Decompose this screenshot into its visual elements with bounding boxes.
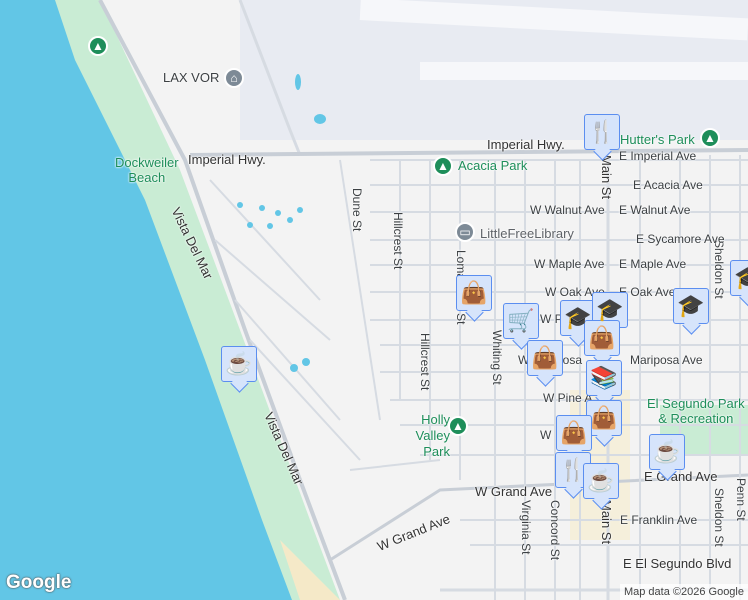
holly-valley-park-label[interactable]: Holly Valley Park [410, 412, 450, 460]
e-imperial-ave-label: E Imperial Ave [619, 149, 697, 163]
school-marker[interactable]: 🎓 [592, 292, 628, 328]
shopping-marker[interactable]: 👜 [456, 275, 492, 311]
shopping-bag-icon: 👜 [460, 280, 488, 305]
e-el-segundo-blvd-label: E El Segundo Blvd [623, 556, 732, 571]
shopping-marker[interactable]: 👜 [527, 340, 563, 376]
main-st-label-1: Main St [599, 155, 614, 200]
graduation-cap-icon: 🎓 [596, 297, 624, 322]
w-walnut-ave-label: W Walnut Ave [530, 203, 605, 217]
w-holly-ave-label: W [540, 428, 552, 442]
restaurant-icon: 🍴 [559, 457, 587, 482]
concord-st-label: Concord St [548, 500, 562, 561]
library-books-icon: 📚 [590, 365, 618, 390]
hutters-park-icon[interactable]: ▲ [700, 128, 720, 148]
park-tree-icon[interactable]: ▲ [88, 36, 108, 56]
imperial-hwy-east-label: Imperial Hwy. [487, 137, 565, 152]
e-acacia-ave-label: E Acacia Ave [633, 178, 703, 192]
coffee-cup-icon: ☕ [587, 468, 615, 493]
library-marker[interactable]: 📚 [586, 360, 622, 396]
shopping-marker[interactable]: 👜 [586, 400, 622, 436]
shopping-bag-icon: 👜 [590, 405, 618, 430]
w-grand-ave-label-1: W Grand Ave [475, 484, 553, 499]
lax-vor-icon[interactable]: ⌂ [224, 68, 244, 88]
e-grand-ave-label: E Grand Ave [644, 469, 718, 484]
e-franklin-ave-label: E Franklin Ave [620, 513, 698, 527]
little-free-library-label[interactable]: LittleFreeLibrary [480, 226, 574, 241]
w-pine-ave-label: W Pine A [543, 391, 593, 405]
e-sycamore-ave-label: E Sycamore Ave [636, 232, 725, 246]
restaurant-marker[interactable]: 🍴 [584, 114, 620, 150]
graduation-cap-icon: 🎓 [677, 293, 705, 318]
virginia-st-label: Virginia St [519, 500, 533, 555]
hillcrest-st-label-1: Hillcrest St [391, 212, 405, 270]
coffee-cup-icon: ☕ [653, 439, 681, 464]
library-icon[interactable]: ▭ [455, 222, 475, 242]
imperial-hwy-west-label: Imperial Hwy. [188, 152, 266, 167]
sheldon-st-label-2: Sheldon St [712, 488, 726, 547]
restaurant-marker[interactable]: 🍴 [555, 452, 591, 488]
grocery-marker[interactable]: 🛒 [503, 303, 539, 339]
e-maple-ave-label: E Maple Ave [619, 257, 687, 271]
cafe-marker[interactable]: ☕ [221, 346, 257, 382]
map-attribution[interactable]: Map data ©2026 Google [619, 584, 748, 600]
e-walnut-ave-label: E Walnut Ave [619, 203, 691, 217]
lax-vor-label: LAX VOR [163, 70, 220, 85]
el-segundo-park-label[interactable]: El Segundo Park & Recreation [647, 396, 745, 426]
shopping-bag-icon: 👜 [531, 345, 559, 370]
hillcrest-st-label-2: Hillcrest St [418, 333, 432, 391]
google-logo[interactable]: Google [6, 572, 71, 594]
w-maple-ave-label: W Maple Ave [534, 257, 605, 271]
hutters-park-label[interactable]: Hutter's Park [620, 132, 695, 147]
whiting-st-label: Whiting St [490, 330, 504, 385]
acacia-park-icon[interactable]: ▲ [433, 156, 453, 176]
shopping-bag-icon: 👜 [588, 325, 616, 350]
penn-st-label: Penn St [734, 478, 748, 521]
graduation-cap-icon: 🎓 [734, 265, 748, 291]
dockweiler-beach-label: Dockweiler Beach [115, 155, 179, 185]
coffee-cup-icon: ☕ [225, 351, 253, 376]
shopping-marker[interactable]: 👜 [556, 415, 592, 451]
shopping-bag-icon: 👜 [560, 420, 588, 445]
school-marker[interactable]: 🎓 [673, 288, 709, 324]
school-marker[interactable]: 🎓 [730, 260, 748, 296]
holly-valley-park-icon[interactable]: ▲ [448, 416, 468, 436]
restaurant-icon: 🍴 [588, 119, 616, 144]
cafe-marker[interactable]: ☕ [583, 463, 619, 499]
sheldon-st-label-1: Sheldon St [712, 240, 726, 299]
acacia-park-label[interactable]: Acacia Park [458, 158, 527, 173]
e-mariposa-ave-label: Mariposa Ave [630, 353, 703, 367]
shopping-marker[interactable]: 👜 [584, 320, 620, 356]
dune-st-label: Dune St [350, 188, 364, 232]
map-canvas[interactable] [0, 0, 748, 600]
shopping-cart-icon: 🛒 [507, 308, 535, 333]
cafe-marker[interactable]: ☕ [649, 434, 685, 470]
